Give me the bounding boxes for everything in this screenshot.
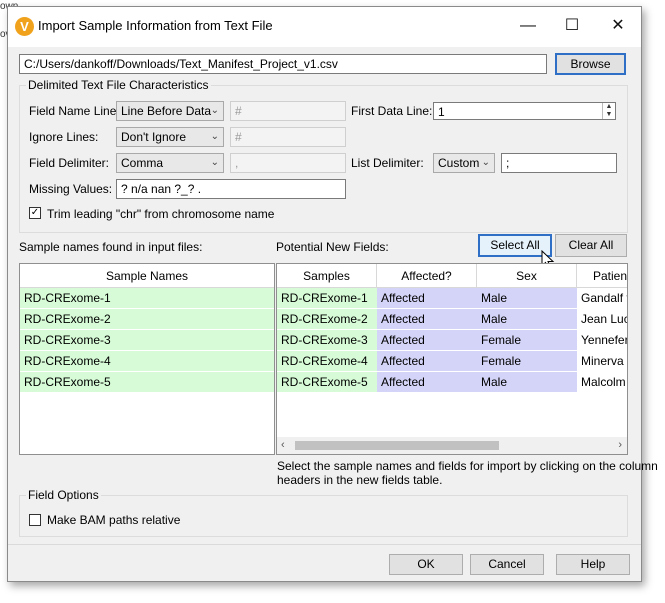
sample-row[interactable]: RD-CRExome-5 <box>20 372 274 393</box>
list-delimiter-label: List Delimiter: <box>351 156 424 170</box>
trim-chr-label: Trim leading "chr" from chromosome name <box>47 207 275 221</box>
samples-cell[interactable]: RD-CRExome-5 <box>277 372 377 393</box>
field-delimiter-char: , <box>230 153 346 173</box>
samples-cell[interactable]: RD-CRExome-2 <box>277 309 377 330</box>
samples-cell[interactable]: RD-CRExome-3 <box>277 330 377 351</box>
patient-cell[interactable]: Yennefer <box>577 330 627 351</box>
close-button[interactable]: ✕ <box>599 12 637 40</box>
window-title: Import Sample Information from Text File <box>38 18 273 33</box>
minimize-button[interactable]: — <box>509 12 547 40</box>
samples-cell[interactable]: RD-CRExome-4 <box>277 351 377 372</box>
table-row: RD-CRExome-4 Affected Female Minerva <box>277 351 627 372</box>
table-row: RD-CRExome-5 Affected Male Malcolm <box>277 372 627 393</box>
field-name-line-select[interactable]: Line Before Data ⌄ <box>116 101 224 121</box>
column-header-sex[interactable]: Sex <box>477 264 577 288</box>
samples-cell[interactable]: RD-CRExome-1 <box>277 288 377 309</box>
affected-cell[interactable]: Affected <box>377 330 477 351</box>
characteristics-legend: Delimited Text File Characteristics <box>26 78 211 92</box>
list-delimiter-select[interactable]: Custom ⌄ <box>433 153 495 173</box>
bam-relative-label: Make BAM paths relative <box>47 513 181 527</box>
sex-cell[interactable]: Female <box>477 351 577 372</box>
chevron-down-icon: ⌄ <box>210 131 219 142</box>
first-data-line-input[interactable]: 1 <box>433 102 616 120</box>
field-delimiter-label: Field Delimiter: <box>29 156 110 170</box>
missing-values-input[interactable]: ? n/a nan ?_? . <box>116 179 346 199</box>
samples-heading: Sample names found in input files: <box>19 240 203 254</box>
column-header-affected[interactable]: Affected? <box>377 264 477 288</box>
app-logo-icon: V <box>15 17 34 36</box>
field-options-legend: Field Options <box>26 488 101 502</box>
help-button[interactable]: Help <box>556 554 630 575</box>
column-header-patient[interactable]: Patient <box>577 264 627 288</box>
chevron-down-icon: ⌄ <box>481 157 490 168</box>
table-row: RD-CRExome-3 Affected Female Yennefer <box>277 330 627 351</box>
sex-cell[interactable]: Female <box>477 330 577 351</box>
field-name-line-label: Field Name Line: <box>29 104 120 118</box>
help-text-line-1: Select the sample names and fields for i… <box>277 459 658 473</box>
affected-cell[interactable]: Affected <box>377 351 477 372</box>
sex-cell[interactable]: Male <box>477 372 577 393</box>
first-data-line-label: First Data Line: <box>351 104 433 118</box>
trim-chr-checkbox[interactable]: ✓ <box>29 207 41 219</box>
patient-cell[interactable]: Malcolm <box>577 372 627 393</box>
scroll-left-icon[interactable]: ‹ <box>281 439 285 451</box>
affected-cell[interactable]: Affected <box>377 309 477 330</box>
scroll-right-icon[interactable]: › <box>618 439 622 451</box>
cancel-button[interactable]: Cancel <box>470 554 544 575</box>
sample-row[interactable]: RD-CRExome-2 <box>20 309 274 330</box>
maximize-button[interactable]: ☐ <box>553 12 591 40</box>
browse-button[interactable]: Browse <box>555 53 626 75</box>
footer-divider <box>8 544 641 545</box>
field-name-line-number: # <box>230 101 346 121</box>
minimize-icon: — <box>520 17 536 34</box>
sample-row[interactable]: RD-CRExome-1 <box>20 288 274 309</box>
sample-names-header[interactable]: Sample Names <box>20 264 274 288</box>
title-bar: V Import Sample Information from Text Fi… <box>8 7 641 47</box>
ignore-lines-label: Ignore Lines: <box>29 130 99 144</box>
patient-cell[interactable]: Gandalf t <box>577 288 627 309</box>
field-delimiter-value: Comma <box>121 156 164 170</box>
patient-cell[interactable]: Minerva <box>577 351 627 372</box>
list-delimiter-char[interactable]: ; <box>501 153 617 173</box>
table-row: RD-CRExome-1 Affected Male Gandalf t <box>277 288 627 309</box>
ignore-lines-select[interactable]: Don't Ignore ⌄ <box>116 127 224 147</box>
field-name-line-value: Line Before Data <box>121 104 212 118</box>
clear-all-button[interactable]: Clear All <box>555 234 627 257</box>
affected-cell[interactable]: Affected <box>377 288 477 309</box>
maximize-icon: ☐ <box>564 17 580 34</box>
fields-header-row: Samples Affected? Sex Patient <box>277 264 627 288</box>
sample-row[interactable]: RD-CRExome-3 <box>20 330 274 351</box>
scrollbar-thumb[interactable] <box>295 441 499 450</box>
ignore-lines-number: # <box>230 127 346 147</box>
help-text-line-2: headers in the new fields table. <box>277 473 443 487</box>
affected-cell[interactable]: Affected <box>377 372 477 393</box>
chevron-down-icon: ⌄ <box>210 157 219 168</box>
bam-relative-checkbox[interactable] <box>29 514 41 526</box>
table-row: RD-CRExome-2 Affected Male Jean Luc <box>277 309 627 330</box>
ignore-lines-value: Don't Ignore <box>121 130 186 144</box>
column-header-samples[interactable]: Samples <box>277 264 377 288</box>
sex-cell[interactable]: Male <box>477 309 577 330</box>
horizontal-scrollbar[interactable]: ‹ › <box>277 437 627 454</box>
chevron-down-icon: ⌄ <box>210 105 219 116</box>
patient-cell[interactable]: Jean Luc <box>577 309 627 330</box>
sample-names-table: Sample Names RD-CRExome-1 RD-CRExome-2 R… <box>19 263 275 455</box>
spinner-arrows-icon[interactable]: ▲ ▼ <box>602 103 615 119</box>
fields-heading: Potential New Fields: <box>276 240 389 254</box>
import-dialog: V Import Sample Information from Text Fi… <box>7 6 658 582</box>
file-path-field[interactable]: C:/Users/dankoff/Downloads/Text_Manifest… <box>19 54 547 74</box>
close-icon: ✕ <box>611 17 625 34</box>
new-fields-table: Samples Affected? Sex Patient RD-CRExome… <box>276 263 628 455</box>
sex-cell[interactable]: Male <box>477 288 577 309</box>
field-delimiter-select[interactable]: Comma ⌄ <box>116 153 224 173</box>
missing-values-label: Missing Values: <box>29 182 113 196</box>
list-delimiter-value: Custom <box>438 156 480 170</box>
sample-row[interactable]: RD-CRExome-4 <box>20 351 274 372</box>
checkmark-icon: ✓ <box>30 207 40 218</box>
ok-button[interactable]: OK <box>389 554 463 575</box>
